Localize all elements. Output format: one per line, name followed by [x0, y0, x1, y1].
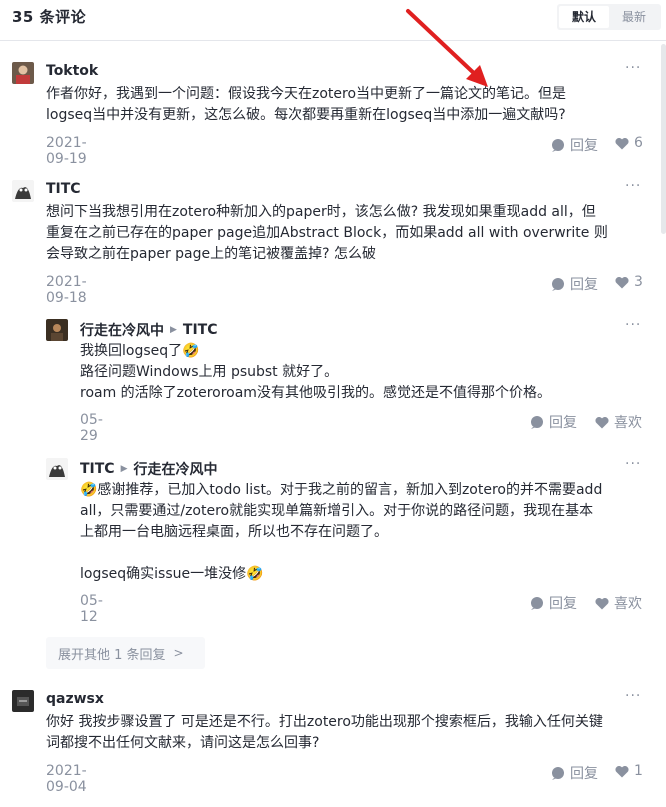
comment-author[interactable]: Toktok	[46, 63, 98, 79]
comment-line: 词都搜不出任何文献来，请问这是怎么回事?	[46, 735, 320, 751]
comment-line: 重复在之前已存在的paper page追加Abstract Block，而如果a…	[46, 225, 608, 241]
comment-line: logseq当中并没有更新，这怎么破。每次都要再重新在logseq当中添加一遍文…	[46, 107, 566, 123]
expand-replies-button[interactable]: 展开其他 1 条回复 >	[46, 637, 205, 669]
reply-button[interactable]: 回复	[551, 763, 598, 783]
reply-author[interactable]: 行走在冷风中	[80, 320, 164, 340]
like-button[interactable]: 1	[615, 763, 643, 779]
comment-date: 2021-09-18	[46, 274, 87, 306]
caret-right-icon: ▶	[170, 325, 177, 335]
reply-content: 我换回logseq了🤣 路径问题Windows上用 psubst 就好了。 ro…	[80, 341, 551, 404]
more-options-icon[interactable]: ···	[625, 178, 641, 194]
scrollbar[interactable]	[661, 44, 666, 234]
more-options-icon[interactable]: ···	[625, 688, 641, 704]
reply-label: 回复	[570, 138, 598, 154]
comment-date: 2021-09-04	[46, 763, 87, 795]
comment-bubble-icon	[552, 278, 564, 291]
comment-line: 你好 我按步骤设置了 可是还是不行。打出zotero功能出现那个搜索框后，我输入…	[46, 714, 603, 730]
reply-target[interactable]: 行走在冷风中	[134, 459, 218, 479]
reply-line: 路径问题Windows上用 psubst 就好了。	[80, 364, 339, 380]
sort-toggle: 默认 最新	[557, 4, 661, 30]
comment-author[interactable]: TITC	[46, 181, 81, 197]
reply-line	[80, 543, 602, 564]
reply-button[interactable]: 回复	[530, 593, 577, 613]
avatar[interactable]	[12, 690, 34, 712]
comment-bubble-icon	[531, 416, 543, 429]
reply-line: 🤣感谢推荐，已加入todo list。对于我之前的留言，新加入到zotero的并…	[80, 482, 603, 498]
avatar-walker-image	[46, 319, 68, 341]
heart-icon	[615, 765, 629, 777]
reply-header: 行走在冷风中 ▶ TITC	[80, 320, 218, 340]
reply-line: 我换回logseq了🤣	[80, 343, 200, 359]
avatar[interactable]	[46, 458, 68, 480]
reply-author[interactable]: TITC	[80, 461, 115, 477]
comment-line: 作者你好，我遇到一个问题：假设我今天在zotero当中更新了一篇论文的笔记。但是	[46, 86, 567, 102]
reply-content: 🤣感谢推荐，已加入todo list。对于我之前的留言，新加入到zotero的并…	[80, 480, 602, 585]
heart-icon	[595, 416, 609, 428]
reply-button[interactable]: 回复	[530, 412, 577, 432]
comment-bubble-icon	[552, 767, 564, 780]
avatar-titc-image	[12, 180, 34, 202]
chevron-right-icon: >	[173, 646, 184, 660]
like-button[interactable]: 3	[615, 274, 643, 290]
comment-bubble-icon	[552, 139, 564, 152]
comment-content: 想问下当我想引用在zotero种新加入的paper时，该怎么做? 我发现如果重现…	[46, 202, 608, 265]
reply-date: 05-29	[80, 412, 103, 444]
like-count: 3	[634, 274, 643, 290]
sort-latest-button[interactable]: 最新	[609, 6, 659, 28]
more-options-icon[interactable]: ···	[625, 317, 641, 333]
expand-replies-label: 展开其他 1 条回复	[58, 647, 166, 663]
like-button[interactable]: 喜欢	[595, 412, 642, 432]
heart-icon	[615, 137, 629, 149]
reply-button[interactable]: 回复	[551, 135, 598, 155]
reply-label: 回复	[549, 596, 577, 612]
comment-count: 35 条评论	[12, 8, 87, 26]
reply-label: 回复	[570, 766, 598, 782]
reply-label: 回复	[570, 277, 598, 293]
sort-default-button[interactable]: 默认	[559, 6, 609, 28]
avatar[interactable]	[46, 319, 68, 341]
like-button[interactable]: 6	[615, 135, 643, 151]
comment-author[interactable]: qazwsx	[46, 691, 104, 707]
comments-header: 35 条评论 默认 最新	[0, 0, 666, 34]
comment-content: 作者你好，我遇到一个问题：假设我今天在zotero当中更新了一篇论文的笔记。但是…	[46, 84, 566, 126]
like-label: 喜欢	[614, 415, 642, 431]
reply-label: 回复	[549, 415, 577, 431]
comment-bubble-icon	[531, 597, 543, 610]
like-count: 1	[634, 763, 643, 779]
more-options-icon[interactable]: ···	[625, 60, 641, 76]
avatar[interactable]	[12, 62, 34, 84]
like-count: 6	[634, 135, 643, 151]
reply-header: TITC ▶ 行走在冷风中	[80, 459, 218, 479]
avatar[interactable]	[12, 180, 34, 202]
reply-button[interactable]: 回复	[551, 274, 598, 294]
reply-line: roam 的活除了zoteroroam没有其他吸引我的。感觉还是不值得那个价格。	[80, 385, 551, 401]
avatar-toktok-image	[12, 62, 34, 84]
like-label: 喜欢	[614, 596, 642, 612]
like-button[interactable]: 喜欢	[595, 593, 642, 613]
avatar-qazwsx-image	[12, 690, 34, 712]
comment-line: 会导致之前在paper page上的笔记被覆盖掉? 怎么破	[46, 246, 377, 262]
comment-date: 2021-09-19	[46, 135, 87, 167]
reply-line: logseq确实issue一堆没修🤣	[80, 566, 264, 582]
avatar-titc-image	[46, 458, 68, 480]
more-options-icon[interactable]: ···	[625, 456, 641, 472]
caret-right-icon: ▶	[120, 464, 128, 474]
reply-target[interactable]: TITC	[183, 322, 218, 338]
reply-line: 上都用一台电脑远程桌面，所以也不存在问题了。	[80, 524, 388, 540]
reply-line: all，只需要通过/zotero就能实现单篇新增引入。对于你说的路径问题，我现在…	[80, 503, 594, 519]
header-divider	[0, 40, 666, 41]
comment-content: 你好 我按步骤设置了 可是还是不行。打出zotero功能出现那个搜索框后，我输入…	[46, 712, 603, 754]
heart-icon	[595, 597, 609, 609]
heart-icon	[615, 276, 629, 288]
reply-date: 05-12	[80, 593, 103, 625]
comment-line: 想问下当我想引用在zotero种新加入的paper时，该怎么做? 我发现如果重现…	[46, 204, 596, 220]
